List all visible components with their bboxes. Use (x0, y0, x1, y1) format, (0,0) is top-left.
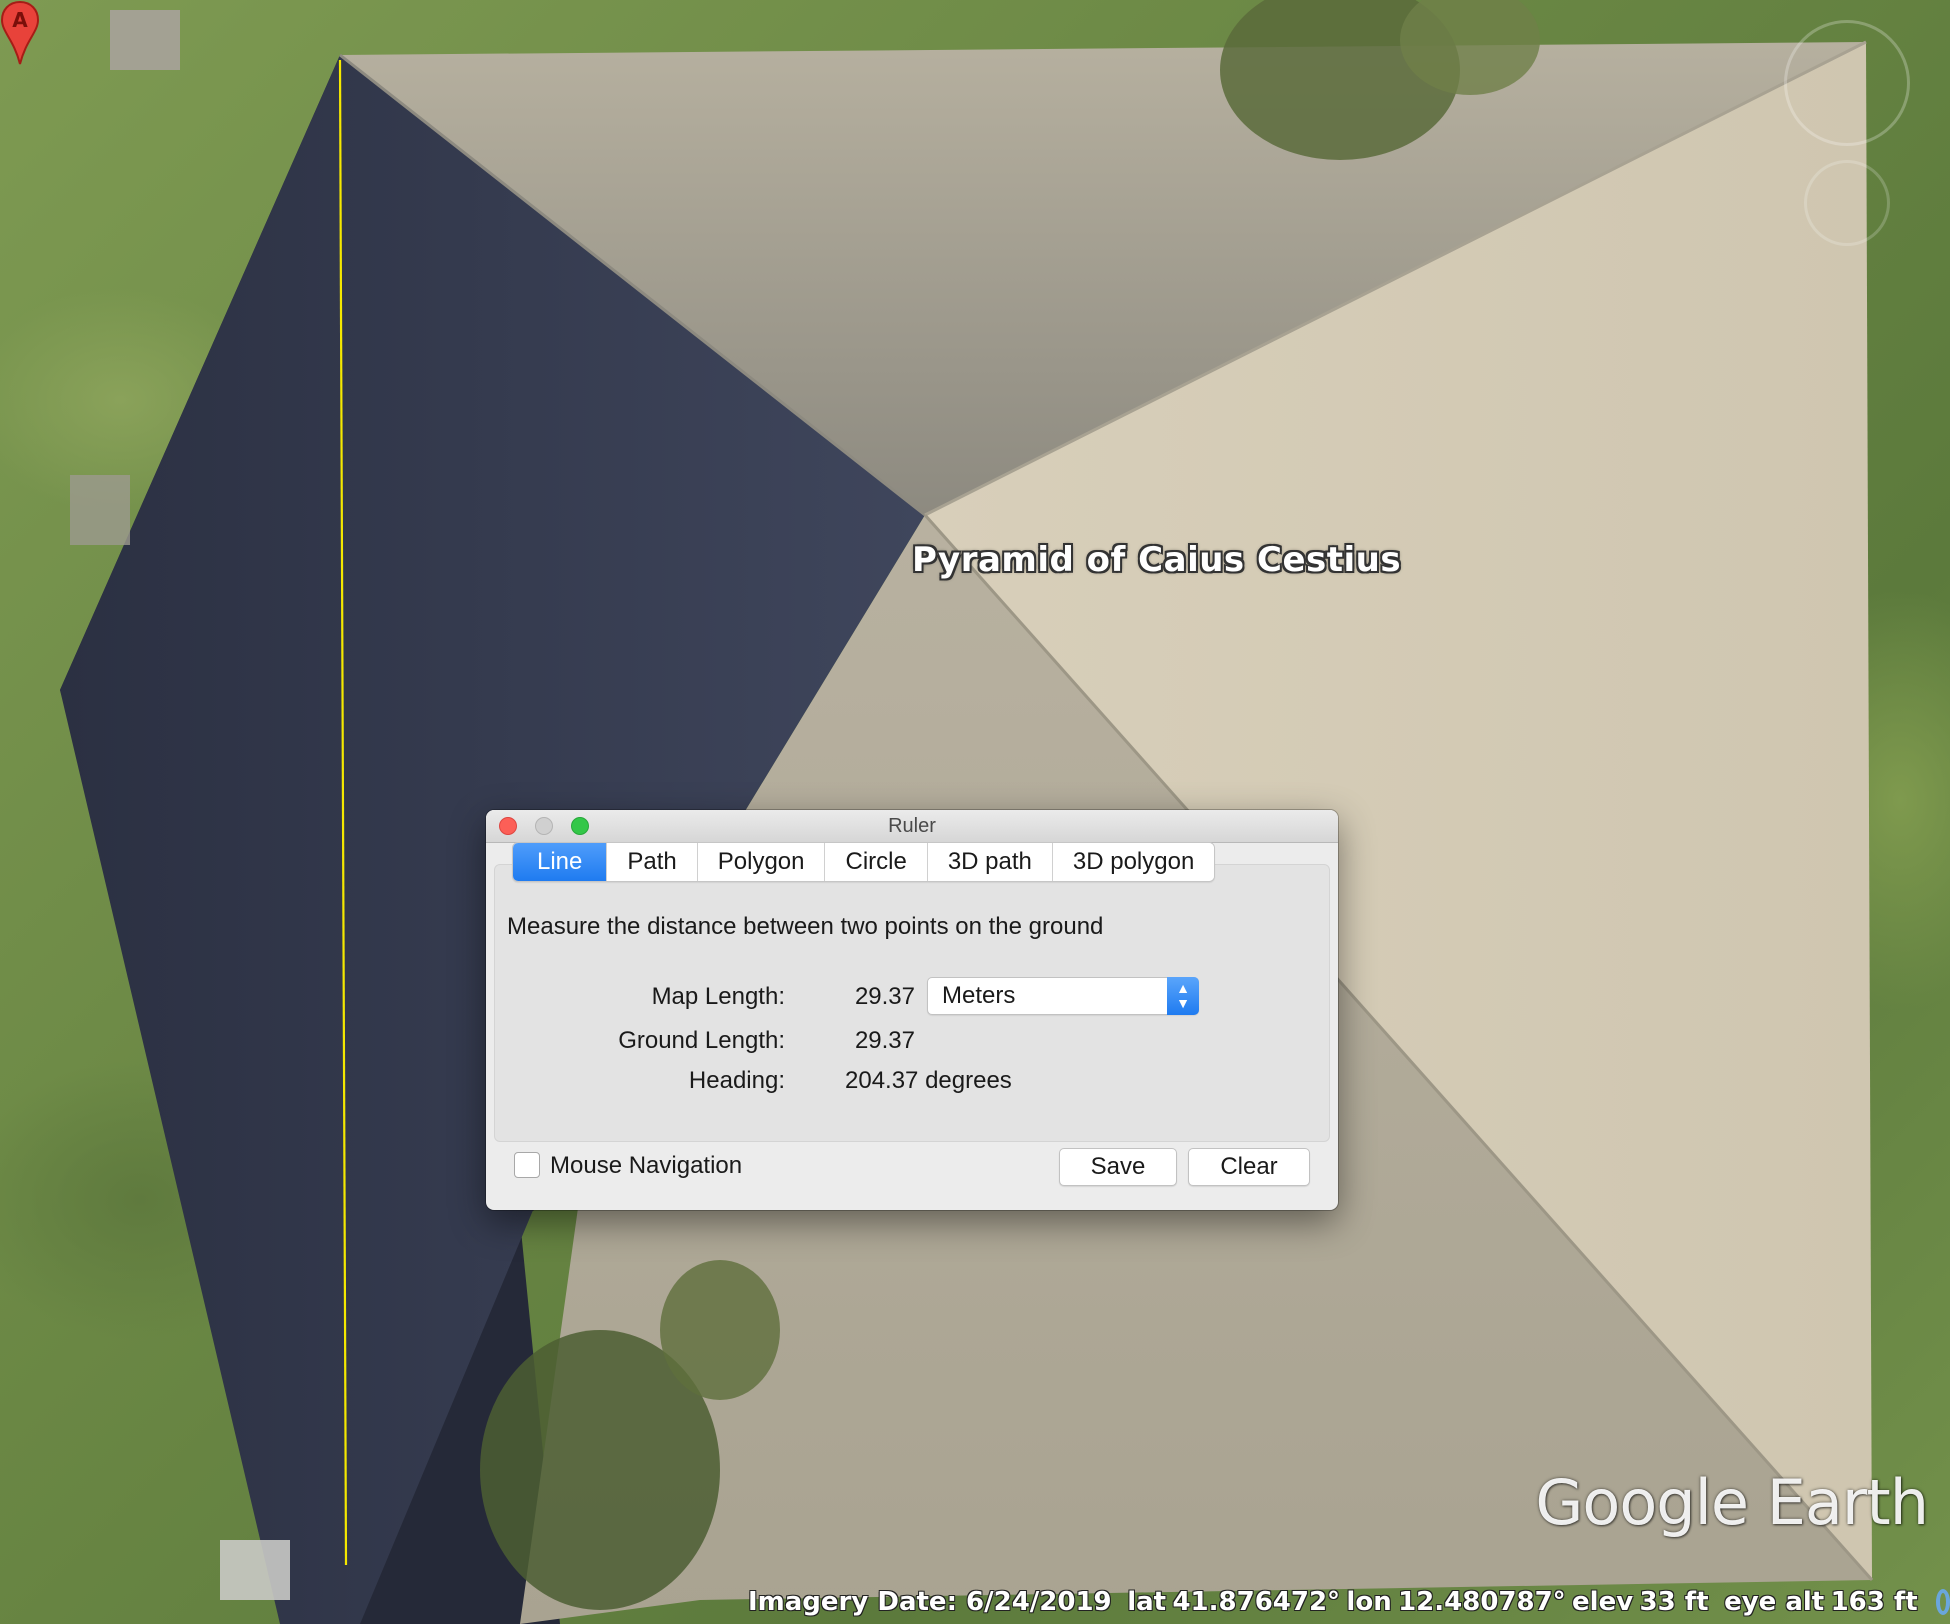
elev-value: 33 ft (1639, 1587, 1709, 1617)
mouse-navigation-checkbox[interactable] (514, 1152, 540, 1178)
tab-line[interactable]: Line (513, 843, 607, 881)
status-bar: Imagery Date: 6/24/2019 lat 41.876472° l… (740, 1580, 1950, 1624)
tab-circle[interactable]: Circle (824, 843, 927, 881)
heading-value: 204.37 degrees (845, 1067, 1012, 1094)
ruler-window: Ruler Measure the distance between two p… (486, 810, 1338, 1210)
measure-description: Measure the distance between two points … (507, 913, 1104, 940)
unit-select[interactable]: Meters ▲ ▼ (927, 977, 1199, 1015)
tab-3d-polygon[interactable]: 3D polygon (1051, 843, 1215, 881)
globe-status-icon (1935, 1589, 1950, 1615)
placemark-pin-icon[interactable]: A (0, 0, 40, 66)
ground-length-label: Ground Length: (618, 1027, 785, 1054)
lat-label: lat (1127, 1587, 1167, 1617)
measure-mode-tabs: Line Path Polygon Circle 3D path 3D poly… (512, 842, 1216, 882)
unit-selected-value: Meters (942, 982, 1016, 1009)
tab-path[interactable]: Path (606, 843, 697, 881)
select-chevron-icon[interactable]: ▲ ▼ (1167, 977, 1199, 1015)
title-bar[interactable]: Ruler (486, 810, 1338, 843)
look-control-icon[interactable] (1804, 160, 1890, 246)
window-title: Ruler (888, 815, 936, 837)
clear-button[interactable]: Clear (1188, 1148, 1310, 1186)
lon-label: lon (1346, 1587, 1392, 1617)
navigation-compass-icon[interactable] (1784, 20, 1910, 146)
google-earth-logo: Google Earth (1535, 1466, 1929, 1539)
eye-alt-label: eye alt (1724, 1587, 1825, 1617)
tab-polygon[interactable]: Polygon (696, 843, 825, 881)
map-length-value: 29.37 (854, 983, 915, 1010)
elev-label: elev (1572, 1587, 1634, 1617)
mouse-navigation-label[interactable]: Mouse Navigation (550, 1152, 742, 1180)
map-length-label: Map Length: (651, 983, 785, 1010)
lon-value: 12.480787° (1398, 1587, 1566, 1617)
place-label[interactable]: Pyramid of Caius Cestius (912, 540, 1401, 580)
save-button[interactable]: Save (1059, 1148, 1177, 1186)
tab-3d-path[interactable]: 3D path (926, 843, 1052, 881)
heading-label: Heading: (688, 1067, 785, 1094)
ruler-panel: Measure the distance between two points … (494, 864, 1330, 1142)
eye-alt-value: 163 ft (1830, 1587, 1918, 1617)
imagery-date: Imagery Date: 6/24/2019 (748, 1587, 1112, 1617)
ground-length-value: 29.37 (854, 1027, 915, 1054)
lat-value: 41.876472° (1172, 1587, 1341, 1617)
marker-letter: A (12, 8, 28, 32)
